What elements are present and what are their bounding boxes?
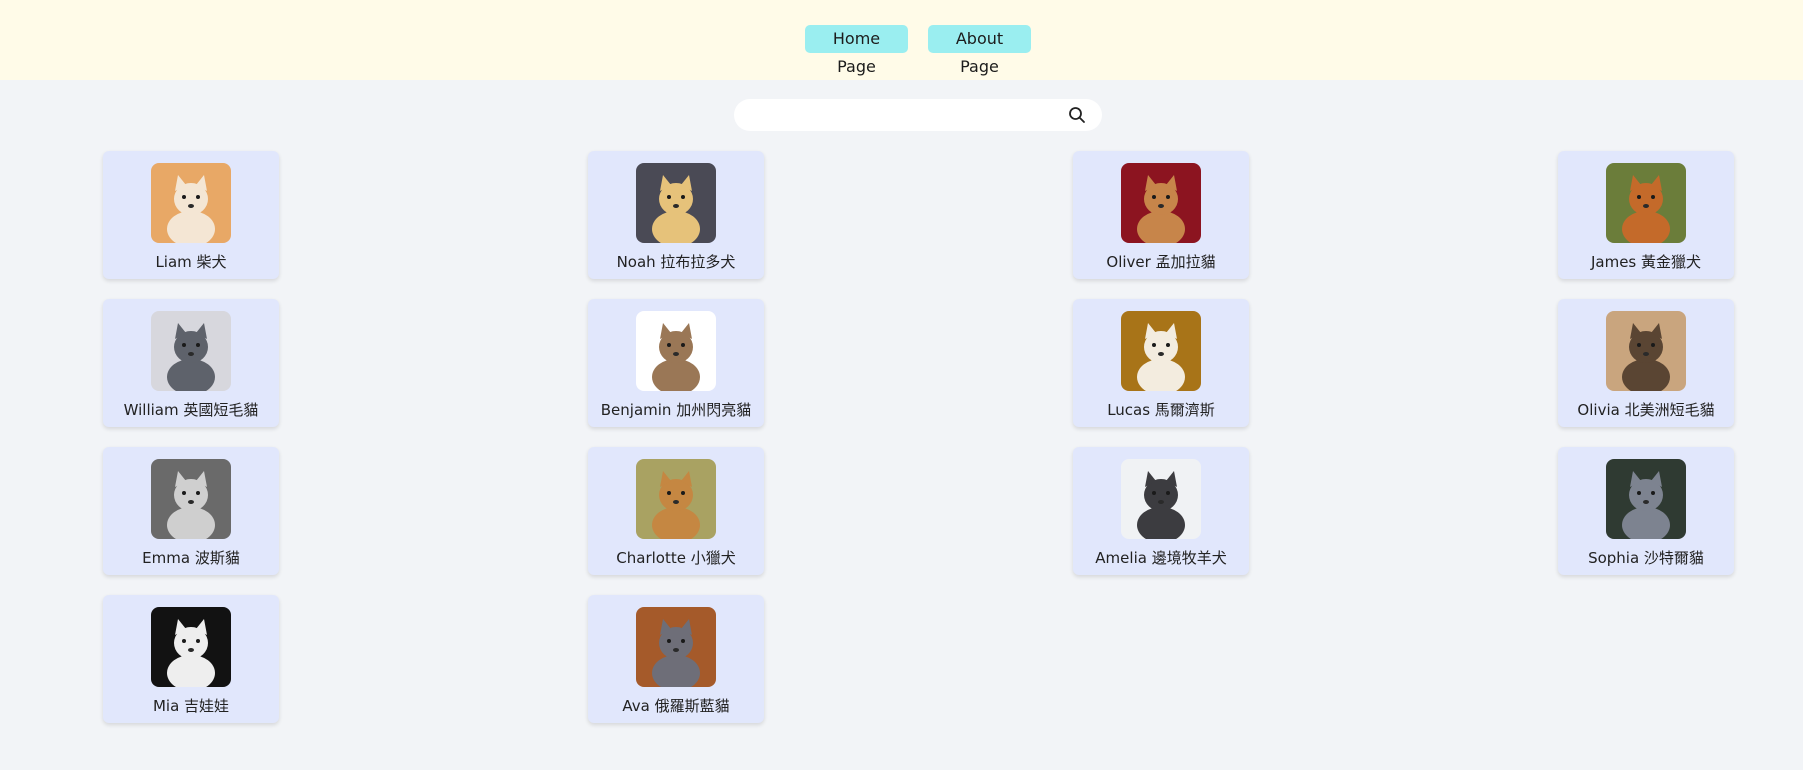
pet-name-label: Charlotte 小獵犬 xyxy=(616,549,736,567)
pet-photo xyxy=(151,607,231,687)
pet-photo xyxy=(1606,163,1686,243)
pet-name-label: Emma 波斯貓 xyxy=(142,549,240,567)
pet-card[interactable]: Noah 拉布拉多犬 xyxy=(588,151,764,279)
chihuahua-dog-photo xyxy=(151,607,231,687)
pet-card[interactable]: Emma 波斯貓 xyxy=(103,447,279,575)
pet-name-label: Mia 吉娃娃 xyxy=(152,697,230,715)
maltese-dog-photo xyxy=(1121,311,1201,391)
pet-photo xyxy=(151,163,231,243)
beagle-dog-photo xyxy=(636,459,716,539)
pet-photo xyxy=(1121,311,1201,391)
persian-cat-photo xyxy=(151,459,231,539)
pet-photo xyxy=(1606,459,1686,539)
california-spangled-cat-photo xyxy=(636,311,716,391)
american-shorthair-cat-photo xyxy=(1606,311,1686,391)
pet-name-label: Olivia 北美洲短毛貓 xyxy=(1577,401,1715,419)
pet-name-label: Lucas 馬爾濟斯 xyxy=(1107,401,1215,419)
golden-retriever-photo xyxy=(1606,163,1686,243)
pet-card[interactable]: Mia 吉娃娃 xyxy=(103,595,279,723)
pet-name-label: Ava 俄羅斯藍貓 xyxy=(622,697,730,715)
pet-card[interactable]: Lucas 馬爾濟斯 xyxy=(1073,299,1249,427)
labrador-dog-photo xyxy=(636,163,716,243)
search-icon[interactable] xyxy=(1068,106,1086,124)
about-page-button[interactable]: About Page xyxy=(928,25,1031,76)
pet-photo xyxy=(1606,311,1686,391)
pet-photo xyxy=(151,311,231,391)
pet-card[interactable]: Charlotte 小獵犬 xyxy=(588,447,764,575)
pet-name-label: James 黃金獵犬 xyxy=(1590,253,1702,271)
pet-name-label: Oliver 孟加拉貓 xyxy=(1106,253,1216,271)
pet-card[interactable]: Benjamin 加州閃亮貓 xyxy=(588,299,764,427)
pet-photo xyxy=(636,163,716,243)
search-bar xyxy=(734,99,1102,131)
pet-name-label: William 英國短毛貓 xyxy=(123,401,259,419)
pet-photo xyxy=(1121,459,1201,539)
pet-card[interactable]: Olivia 北美洲短毛貓 xyxy=(1558,299,1734,427)
pet-card[interactable]: Amelia 邊境牧羊犬 xyxy=(1073,447,1249,575)
search-input[interactable] xyxy=(750,103,1054,129)
chartreux-cat-photo xyxy=(1606,459,1686,539)
pet-photo xyxy=(636,459,716,539)
pet-name-label: Amelia 邊境牧羊犬 xyxy=(1095,549,1227,567)
pet-name-label: Noah 拉布拉多犬 xyxy=(616,253,736,271)
home-page-button[interactable]: Home Page xyxy=(805,25,908,76)
pet-photo xyxy=(636,311,716,391)
pet-photo xyxy=(1121,163,1201,243)
british-shorthair-cat-photo xyxy=(151,311,231,391)
pet-photo xyxy=(151,459,231,539)
pet-name-label: Sophia 沙特爾貓 xyxy=(1588,549,1704,567)
pet-name-label: Benjamin 加州閃亮貓 xyxy=(600,401,752,419)
pet-card[interactable]: James 黃金獵犬 xyxy=(1558,151,1734,279)
pet-photo xyxy=(636,607,716,687)
border-collie-photo xyxy=(1121,459,1201,539)
pet-card[interactable]: William 英國短毛貓 xyxy=(103,299,279,427)
pet-name-label: Liam 柴犬 xyxy=(155,253,227,271)
shiba-dog-photo xyxy=(151,163,231,243)
pet-card[interactable]: Liam 柴犬 xyxy=(103,151,279,279)
pet-card[interactable]: Sophia 沙特爾貓 xyxy=(1558,447,1734,575)
top-nav-bar: Home Page About Page xyxy=(0,0,1803,80)
bengal-cat-photo xyxy=(1121,163,1201,243)
pet-card[interactable]: Oliver 孟加拉貓 xyxy=(1073,151,1249,279)
russian-blue-cat-photo xyxy=(636,607,716,687)
pet-card[interactable]: Ava 俄羅斯藍貓 xyxy=(588,595,764,723)
